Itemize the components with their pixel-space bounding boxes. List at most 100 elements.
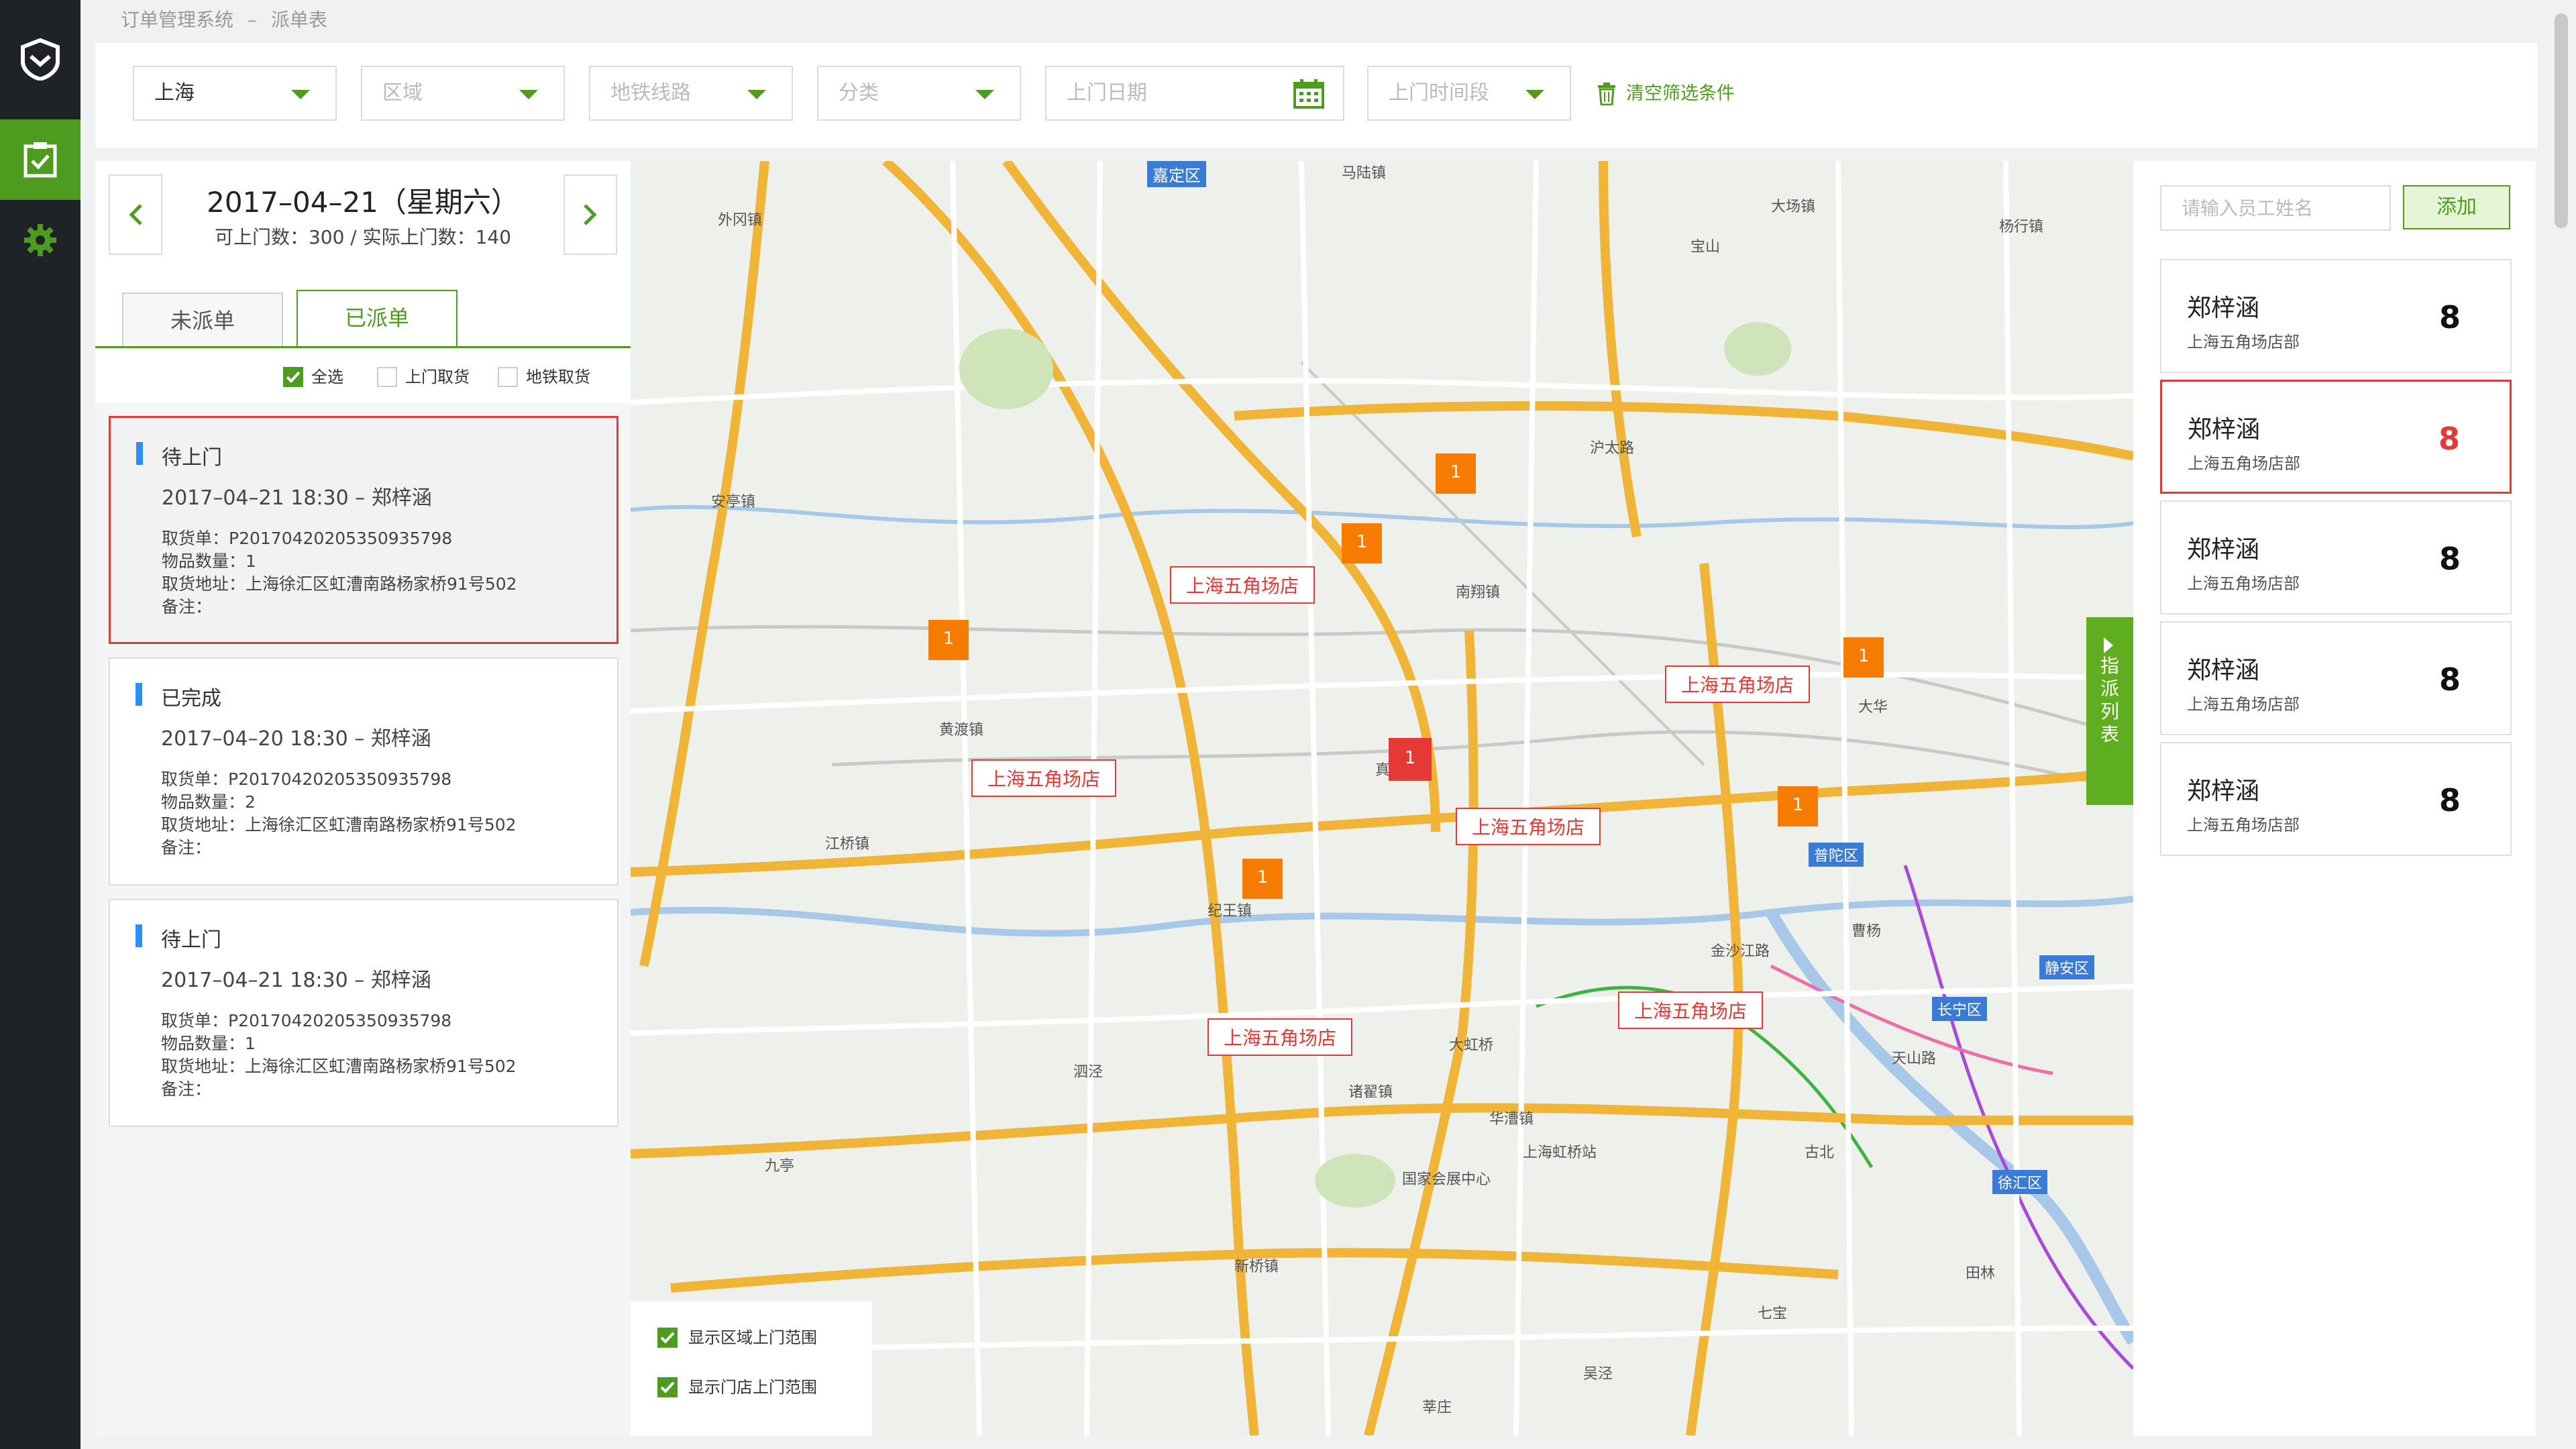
metro-select[interactable]: 地铁线路: [589, 66, 793, 121]
chevron-down-icon: [975, 90, 994, 99]
staff-card[interactable]: 郑梓涵 上海五角场店部 8: [2160, 259, 2512, 373]
map-options: 显示区域上门范围 显示门店上门范围: [631, 1301, 872, 1436]
staff-card[interactable]: 郑梓涵 上海五角场店部 8: [2160, 621, 2512, 735]
app-logo[interactable]: [0, 0, 80, 118]
check-icon: [657, 1328, 678, 1348]
order-card[interactable]: 待上门 2017–04–21 18:30 – 郑梓涵 取货单：P20170420…: [109, 899, 619, 1127]
store-range-checkbox[interactable]: 显示门店上门范围: [657, 1374, 817, 1401]
order-marker-count: 1: [943, 629, 955, 649]
select-all-checkbox[interactable]: 全选: [283, 364, 343, 390]
add-staff-button[interactable]: 添加: [2403, 185, 2510, 229]
store-label[interactable]: 上海五角场店: [1618, 991, 1764, 1029]
metro-pickup-label: 地铁取货: [526, 368, 590, 386]
map-canvas[interactable]: 嘉定区 马陆镇 外冈镇 安亭镇 黄渡镇 南翔镇 江桥镇 大场镇 华漕镇 七宝 普…: [631, 161, 2133, 1436]
district-range-checkbox[interactable]: 显示区域上门范围: [657, 1324, 817, 1351]
category-select[interactable]: 分类: [817, 66, 1021, 121]
district-range-label: 显示区域上门范围: [688, 1328, 817, 1347]
order-marker[interactable]: 1: [1778, 786, 1818, 826]
order-address: 取货地址：上海徐汇区虹漕南路杨家桥91号502: [161, 815, 517, 835]
map-place-label: 华漕镇: [1489, 1111, 1534, 1128]
status-indicator: [136, 924, 142, 947]
store-label[interactable]: 上海五角场店: [971, 759, 1117, 797]
map-place-label: 上海虹桥站: [1523, 1144, 1597, 1161]
map-tiles[interactable]: [631, 161, 2133, 1436]
district-select[interactable]: 区域: [361, 66, 565, 121]
order-datetime: 2017–04–20 18:30 – 郑梓涵: [161, 727, 431, 751]
status-indicator: [136, 683, 142, 706]
map-place-label: 长宁区: [1932, 997, 1988, 1021]
store-label[interactable]: 上海五角场店: [1208, 1018, 1353, 1056]
order-list: 待上门 2017–04–21 18:30 – 郑梓涵 取货单：P20170420…: [95, 402, 631, 1436]
clear-filters-button[interactable]: 清空筛选条件: [1597, 80, 1735, 107]
map-place-label: 宝山: [1690, 239, 1721, 256]
chevron-right-icon: [2104, 637, 2113, 653]
staff-store: 上海五角场店部: [2187, 574, 2300, 593]
order-marker[interactable]: 1: [1242, 859, 1283, 899]
map-place-label: 江桥镇: [825, 836, 870, 853]
home-pickup-label: 上门取货: [405, 368, 470, 386]
staff-name: 郑梓涵: [2187, 777, 2260, 805]
dispatch-list-toggle[interactable]: 指派列表: [2086, 617, 2133, 805]
store-label[interactable]: 上海五角场店: [1170, 566, 1316, 604]
order-card[interactable]: 已完成 2017–04–20 18:30 – 郑梓涵 取货单：P20170420…: [109, 657, 619, 885]
order-card[interactable]: 待上门 2017–04–21 18:30 – 郑梓涵 取货单：P20170420…: [109, 416, 619, 644]
map-place-label: 南翔镇: [1456, 584, 1501, 601]
page-scrollbar[interactable]: [2555, 13, 2568, 228]
order-datetime: 2017–04–21 18:30 – 郑梓涵: [161, 969, 431, 992]
order-marker[interactable]: 1: [1436, 453, 1476, 494]
date-picker[interactable]: 上门日期: [1045, 66, 1344, 121]
order-marker-selected[interactable]: 1: [1389, 738, 1432, 781]
map-place-label: 徐汇区: [1992, 1170, 2048, 1194]
check-icon: [283, 367, 303, 387]
store-label[interactable]: 上海五角场店: [1456, 808, 1601, 845]
map-place-label: 外冈镇: [718, 212, 763, 229]
order-marker-count: 1: [1450, 462, 1462, 482]
map-place-label: 古北: [1805, 1144, 1835, 1161]
calendar-icon[interactable]: [1293, 79, 1324, 109]
staff-store: 上海五角场店部: [2187, 333, 2300, 352]
breadcrumb: 订单管理系统 – 派单表: [121, 7, 327, 34]
order-marker[interactable]: 1: [928, 620, 969, 660]
district-select-placeholder: 区域: [382, 81, 423, 105]
order-marker[interactable]: 1: [1342, 523, 1382, 564]
chevron-down-icon: [519, 90, 538, 99]
next-day-button[interactable]: [564, 174, 617, 255]
nav-item-settings[interactable]: [0, 200, 80, 280]
map-place-label: 大场镇: [1771, 199, 1816, 215]
map-place-label: 新桥镇: [1234, 1258, 1279, 1275]
store-label[interactable]: 上海五角场店: [1665, 665, 1811, 703]
map-place-label: 七宝: [1758, 1305, 1788, 1322]
map-place-label: 田林: [1966, 1265, 1996, 1282]
staff-card[interactable]: 郑梓涵 上海五角场店部 8: [2160, 380, 2512, 494]
staff-card[interactable]: 郑梓涵 上海五角场店部 8: [2160, 742, 2512, 856]
date-picker-placeholder: 上门日期: [1067, 81, 1147, 105]
timeslot-select[interactable]: 上门时间段: [1367, 66, 1571, 121]
nav-item-dispatch[interactable]: [0, 119, 80, 200]
check-icon: [657, 1377, 678, 1397]
map-place-label: 莘庄: [1422, 1399, 1452, 1416]
order-status: 待上门: [162, 446, 222, 470]
staff-store: 上海五角场店部: [2187, 695, 2300, 714]
breadcrumb-system[interactable]: 订单管理系统: [121, 9, 233, 31]
map-place-label: 嘉定区: [1147, 161, 1206, 187]
home-pickup-checkbox[interactable]: 上门取货: [377, 364, 470, 390]
order-marker[interactable]: 1: [1843, 637, 1884, 678]
map-place-label: 国家会展中心: [1402, 1171, 1491, 1188]
staff-name: 郑梓涵: [2187, 294, 2260, 322]
tab-unassigned[interactable]: 未派单: [122, 292, 283, 347]
staff-card[interactable]: 郑梓涵 上海五角场店部 8: [2160, 500, 2512, 614]
order-status: 已完成: [161, 687, 221, 710]
staff-search-input[interactable]: [2160, 185, 2391, 231]
side-nav: [0, 0, 80, 1449]
order-quantity: 物品数量：2: [161, 792, 256, 812]
timeslot-select-placeholder: 上门时间段: [1389, 81, 1489, 105]
city-select[interactable]: 上海: [133, 66, 337, 121]
metro-pickup-checkbox[interactable]: 地铁取货: [498, 364, 590, 390]
order-number: 取货单：P20170420205350935798: [161, 769, 452, 789]
order-quantity: 物品数量：1: [161, 1034, 256, 1053]
staff-store: 上海五角场店部: [2188, 454, 2300, 473]
tab-assigned[interactable]: 已派单: [297, 290, 458, 347]
chevron-down-icon: [1525, 90, 1544, 99]
chevron-down-icon: [291, 90, 310, 99]
store-range-label: 显示门店上门范围: [688, 1378, 817, 1397]
